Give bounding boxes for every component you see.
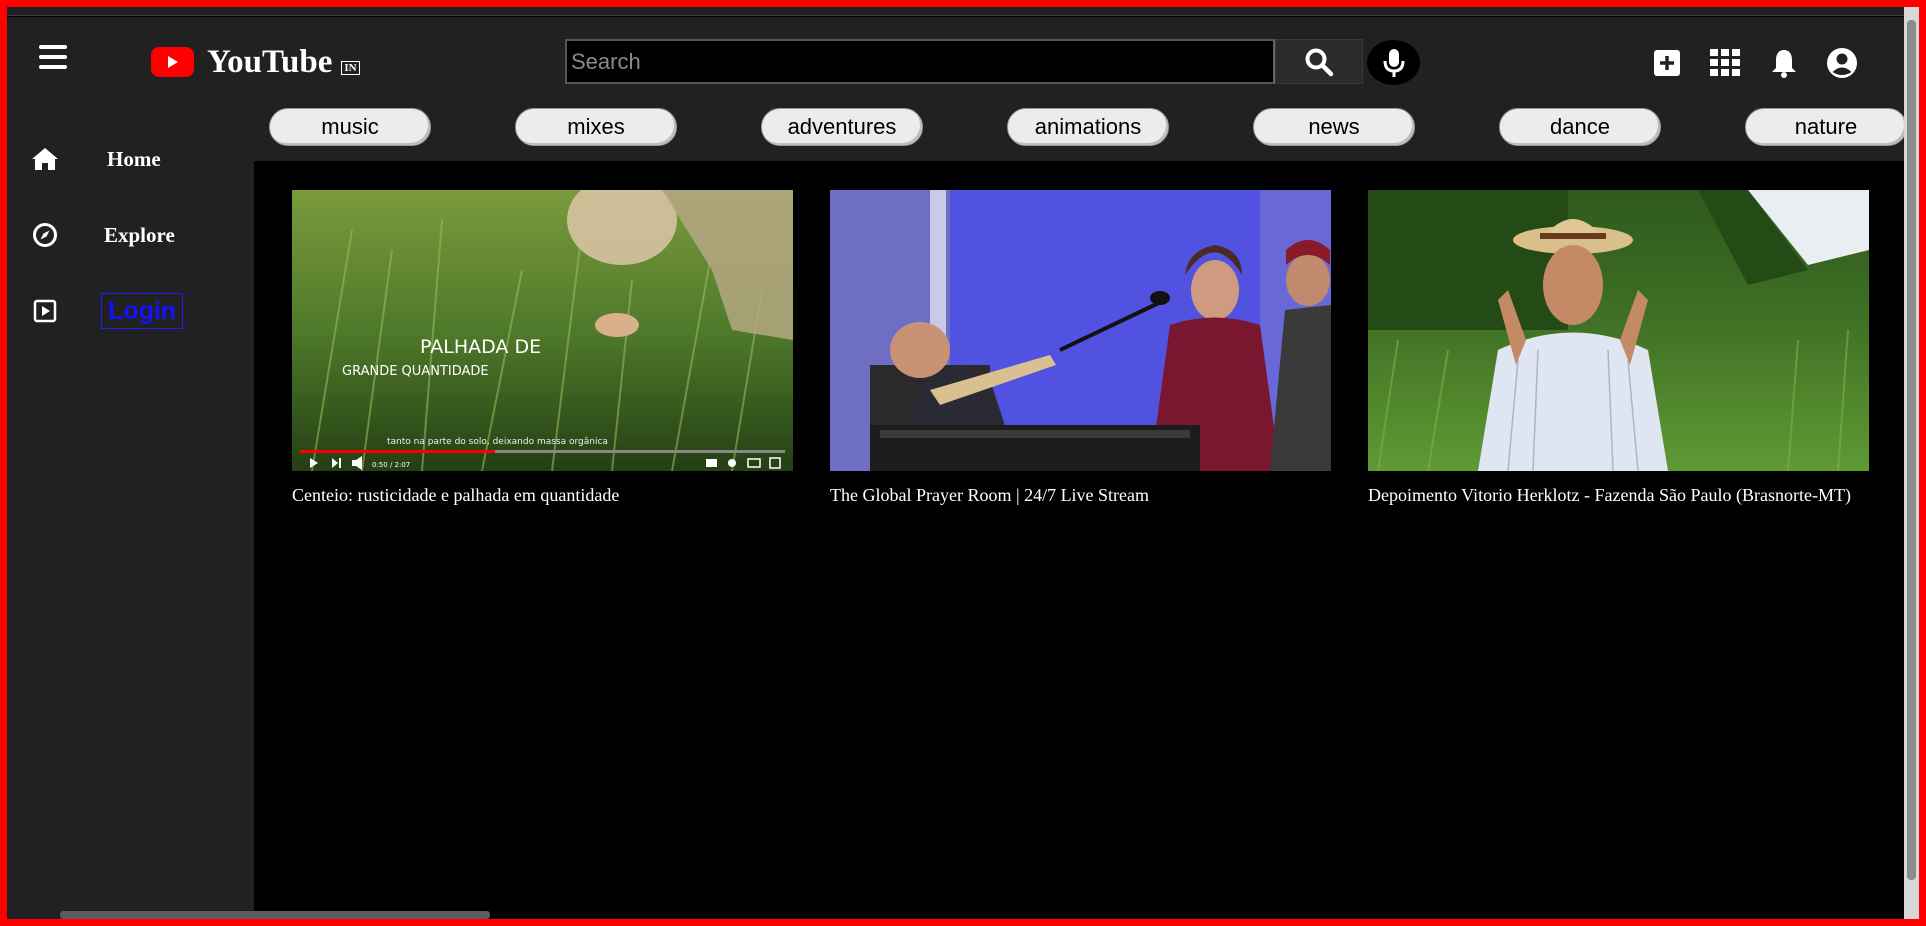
thumbnail-subtitle: tanto na parte do solo, deixando massa o… (387, 437, 608, 447)
video-card[interactable]: The Global Prayer Room | 24/7 Live Strea… (830, 190, 1331, 507)
vertical-scrollbar-thumb[interactable] (1907, 20, 1916, 880)
search-box (565, 39, 1275, 84)
sidebar: Home Explore Login (7, 96, 254, 919)
login-icon (30, 296, 60, 326)
logo-region-badge: IN (341, 61, 360, 75)
top-strip (7, 7, 1904, 16)
chip-animations[interactable]: animations (1007, 108, 1169, 146)
create-icon[interactable] (1650, 46, 1684, 80)
voice-search-button[interactable] (1367, 40, 1420, 85)
chip-news[interactable]: news (1253, 108, 1415, 146)
video-card[interactable]: PALHADA DE GRANDE QUANTIDADE tanto na pa… (292, 190, 793, 507)
logo-text: YouTube (207, 43, 333, 80)
sidebar-item-label: Explore (104, 222, 175, 247)
sidebar-item-label: Home (107, 146, 161, 171)
video-title[interactable]: Centeio: rusticidade e palhada em quanti… (292, 484, 793, 507)
video-thumbnail[interactable]: PALHADA DE GRANDE QUANTIDADE tanto na pa… (292, 190, 793, 471)
mic-icon (1383, 48, 1404, 77)
youtube-play-icon (151, 47, 194, 77)
search-icon (1305, 48, 1334, 76)
chip-music[interactable]: music (269, 108, 431, 146)
apps-icon[interactable] (1708, 46, 1742, 80)
account-icon[interactable] (1825, 46, 1859, 80)
horizontal-scrollbar-thumb[interactable] (60, 911, 490, 919)
sidebar-item-login[interactable]: Login (7, 286, 254, 336)
bell-icon[interactable] (1767, 46, 1801, 80)
sidebar-item-explore[interactable]: Explore (7, 210, 254, 260)
menu-icon[interactable] (39, 45, 67, 69)
thumbnail-time: 0:50 / 2:07 (372, 461, 410, 469)
top-header: YouTube IN (7, 17, 1904, 96)
compass-icon (30, 220, 60, 250)
chip-nature[interactable]: nature (1745, 108, 1904, 146)
video-thumbnail[interactable] (1368, 190, 1869, 471)
youtube-logo[interactable]: YouTube IN (151, 44, 360, 80)
thumbnail-overlay-line1: PALHADA DE (420, 336, 541, 358)
app-window: YouTube IN Search Home Explore Login mus… (7, 7, 1904, 919)
search-input[interactable] (567, 41, 1273, 82)
login-link[interactable]: Login (101, 293, 184, 329)
video-title[interactable]: The Global Prayer Room | 24/7 Live Strea… (830, 484, 1331, 507)
video-thumbnail[interactable] (830, 190, 1331, 471)
chip-adventures[interactable]: adventures (761, 108, 923, 146)
home-icon (30, 144, 60, 174)
sidebar-item-home[interactable]: Home (7, 134, 254, 184)
video-card[interactable]: Depoimento Vitorio Herklotz - Fazenda Sã… (1368, 190, 1869, 507)
chip-mixes[interactable]: mixes (515, 108, 677, 146)
thumbnail-overlay-line2: GRANDE QUANTIDADE (342, 364, 489, 379)
video-title[interactable]: Depoimento Vitorio Herklotz - Fazenda Sã… (1368, 484, 1869, 507)
chip-dance[interactable]: dance (1499, 108, 1661, 146)
search-button[interactable] (1275, 39, 1363, 84)
category-chip-bar: music mixes adventures animations news d… (254, 96, 1904, 161)
